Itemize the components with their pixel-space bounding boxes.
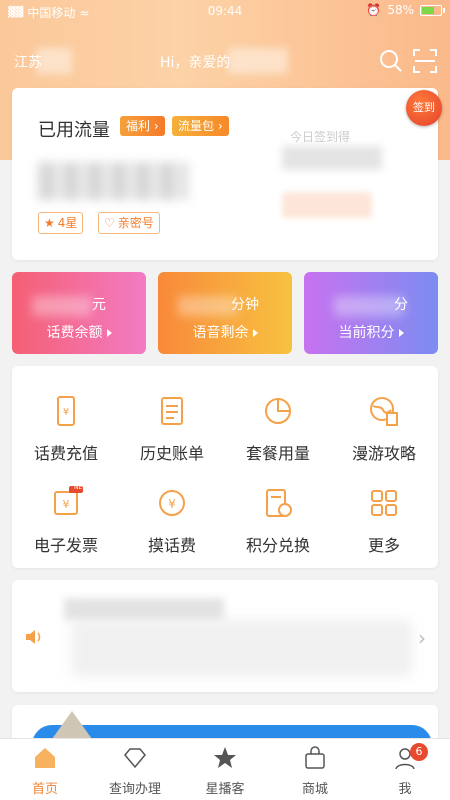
sign-in-button[interactable]: 签到 [406,90,442,126]
service-points-exchange[interactable]: 积分兑换 [228,486,328,556]
balance-card[interactable]: 元 话费余额 [12,272,146,354]
points-unit: 分 [394,297,408,313]
home-icon [35,748,55,768]
globe-guide-icon [370,397,398,426]
points-card[interactable]: 分 当前积分 [304,272,438,354]
bag-icon [305,746,325,769]
voice-label: 语音剩余 [192,325,249,341]
star-level-chip[interactable]: ★ 4星 [38,212,84,234]
service-bills[interactable]: 历史账单 [122,394,222,464]
star-icon [214,747,236,768]
phone-yen-icon: ¥ [57,396,75,426]
intimacy-chip[interactable]: ♡ 亲密号 [98,212,160,234]
invoice-icon: ¥ [54,486,83,515]
service-invoice[interactable]: ¥ NEW 电子发票 [16,484,116,556]
tab-query[interactable]: 查询办理 [90,745,180,797]
speaker-icon [26,630,41,644]
today-sign-label: 今日签到得 [290,130,351,144]
blurred-sign-value [282,146,382,170]
data-usage-card[interactable]: 已用流量 福利 › 流量包 › ★ 4星 ♡ 亲密号 签到 今日签到得 [12,88,442,260]
service-touch-credit[interactable]: ¥ 摸话费 [122,486,222,556]
service-recharge[interactable]: ¥ 话费充值 [16,394,116,464]
points-exchange-icon [266,489,292,517]
search-icon[interactable] [378,48,404,74]
diamond-icon [124,748,146,769]
balance-label: 话费余额 [46,325,103,341]
top-header: 江苏 Hi，亲爱的 [0,46,450,76]
svg-text:¥: ¥ [63,498,70,511]
battery-percent: 58% [387,3,414,17]
coin-yen-icon: ¥ [159,490,185,516]
tab-home[interactable]: 首页 [0,745,90,797]
arrow-right-icon [398,329,404,337]
points-label: 当前积分 [338,325,395,341]
service-roaming[interactable]: 漫游攻略 [334,394,434,464]
blurred-notice-body [72,620,412,676]
svg-text:¥: ¥ [168,497,176,511]
tab-star-broadcast[interactable]: 星播客 [180,745,270,797]
service-usage[interactable]: 套餐用量 [228,394,328,464]
service-more[interactable]: 更多 [334,486,434,556]
bill-icon [161,397,183,425]
used-data-title: 已用流量 [38,120,110,141]
svg-text:¥: ¥ [63,407,69,418]
services-grid: ¥ 话费充值 历史账单 套餐用量 漫游攻略 ¥ NEW 电子发票 ¥ 摸话费 积… [12,366,438,568]
more-grid-icon [371,490,397,516]
status-bar: ▓▓ 中国移动 ≈ 09:44 ⏰ 58% [0,0,450,24]
tab-me[interactable]: 我 6 [360,743,450,797]
notice-card[interactable]: › [12,580,438,692]
arrow-right-icon [252,329,258,337]
bottom-tab-bar: 首页 查询办理 星播客 商城 我 6 [0,738,450,800]
tab-mall[interactable]: 商城 [270,745,360,797]
battery-icon [420,4,445,16]
blurred-name [228,48,288,74]
notification-badge: 6 [410,743,428,761]
welfare-tag[interactable]: 福利 › [120,116,165,136]
balance-unit: 元 [92,297,106,313]
scan-icon[interactable] [412,48,438,74]
blurred-usage-value [38,162,188,200]
new-badge: NEW [74,484,89,491]
pie-chart-icon [265,398,291,424]
blurred-city [36,48,72,74]
data-pack-tag[interactable]: 流量包 › [172,116,229,136]
greeting: Hi，亲爱的 [160,55,231,71]
heart-icon: ♡ [104,216,115,230]
voice-card[interactable]: 分钟 语音剩余 [158,272,292,354]
alarm-icon: ⏰ [366,3,382,17]
star-level-icon: ★ [44,216,55,230]
voice-unit: 分钟 [231,297,259,313]
blurred-notice-title [64,598,224,620]
banner-decoration [52,711,92,739]
chevron-right-icon[interactable]: › [418,626,426,650]
arrow-right-icon [106,329,112,337]
blurred-sign-button [282,192,372,218]
